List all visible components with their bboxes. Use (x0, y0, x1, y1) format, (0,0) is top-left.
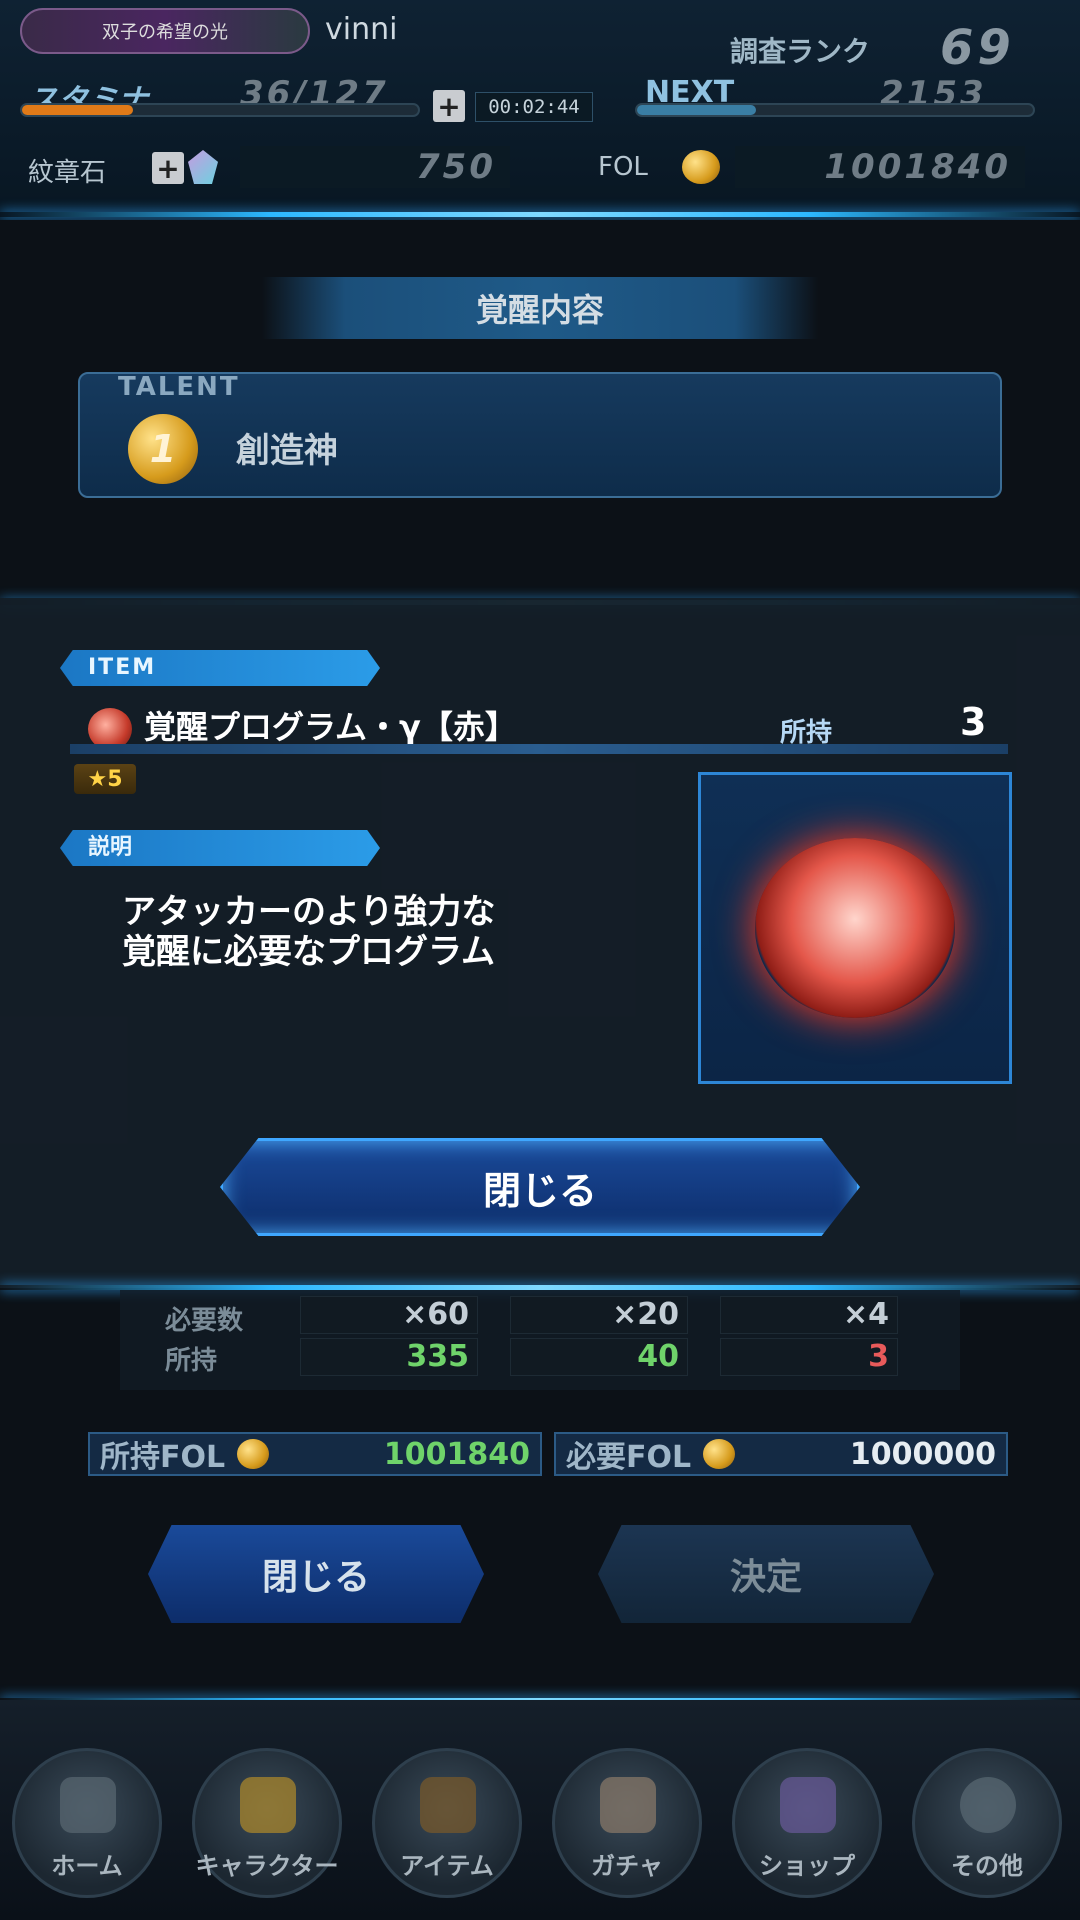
owned-fol-value: 1001840 (383, 1436, 530, 1472)
talent-name: 創造神 (236, 431, 338, 471)
item-description: アタッカーのより強力な 覚醒に必要なプログラム (122, 892, 622, 972)
rarity-badge: ★5 (74, 764, 136, 794)
coin-icon (703, 1439, 736, 1469)
owned-cell: 40 (510, 1338, 688, 1376)
character-figures-icon (240, 1777, 296, 1833)
fol-label: FOL (598, 152, 648, 182)
nav-other[interactable]: その他 (912, 1748, 1062, 1898)
crest-label: 紋章石 (28, 158, 107, 188)
header-divider (0, 212, 1080, 217)
username: vinni (325, 12, 398, 47)
item-bag-icon (420, 1777, 476, 1833)
needed-cell: ×60 (300, 1296, 478, 1334)
rank-value: 69 (940, 20, 1015, 76)
required-fol-value: 1000000 (849, 1436, 996, 1472)
description-tag: 説明 (60, 830, 380, 866)
nav-label: ホーム (51, 1852, 123, 1880)
item-tag: ITEM (60, 650, 380, 686)
owned-cell: 335 (300, 1338, 478, 1376)
crest-gem-icon (188, 150, 218, 184)
owned-fol-label: 所持FOL (100, 1440, 226, 1475)
next-bar-fill (637, 105, 756, 115)
modal-close-button[interactable]: 閉じる (220, 1138, 860, 1236)
needed-cell: ×20 (510, 1296, 688, 1334)
home-door-icon (60, 1777, 116, 1833)
stamina-timer: 00:02:44 (475, 92, 593, 122)
gacha-character-icon (600, 1777, 656, 1833)
stamina-bar-fill (22, 105, 133, 115)
screen: 双子の希望の光 vinni 調査ランク 69 スタミナ 36/127 + 00:… (0, 0, 1080, 1920)
nav-label: ガチャ (591, 1852, 663, 1880)
required-fol-box: 必要FOL 1000000 (554, 1432, 1008, 1476)
confirm-button[interactable]: 決定 (598, 1525, 934, 1623)
awakening-section-title: 覚醒内容 (262, 277, 818, 339)
description-line: アタッカーのより強力な (122, 892, 496, 932)
status-header: 双子の希望の光 vinni 調査ランク 69 スタミナ 36/127 + 00:… (0, 0, 1080, 220)
description-line: 覚醒に必要なプログラム (122, 932, 495, 972)
stamina-bar (20, 103, 420, 117)
talent-tag: TALENT (118, 372, 240, 402)
talent-number-coin: 1 (128, 414, 198, 484)
owned-row-label: 所持 (165, 1346, 218, 1376)
nav-label: アイテム (400, 1852, 494, 1880)
needed-label: 必要数 (165, 1306, 244, 1336)
next-bar (635, 103, 1035, 117)
nav-home[interactable]: ホーム (12, 1748, 162, 1898)
owned-value: 3 (960, 700, 987, 744)
coin-icon (237, 1439, 270, 1469)
nav-character[interactable]: キャラクター (192, 1748, 342, 1898)
awakening-program-image (755, 838, 955, 1018)
rank-label: 調査ランク (730, 35, 871, 68)
owned-fol-box: 所持FOL 1001840 (88, 1432, 542, 1476)
nav-item[interactable]: アイテム (372, 1748, 522, 1898)
nav-label: その他 (951, 1852, 1023, 1880)
nav-gacha[interactable]: ガチャ (552, 1748, 702, 1898)
needed-cell: ×4 (720, 1296, 898, 1334)
crest-value: 750 (240, 146, 510, 188)
nav-label: ショップ (759, 1852, 855, 1880)
stamina-plus-button[interactable]: + (433, 90, 465, 123)
crest-plus-button[interactable]: + (152, 152, 184, 185)
item-name-underline (70, 744, 1008, 754)
item-name: 覚醒プログラム・γ【赤】 (144, 708, 517, 746)
fol-value: 1001840 (735, 146, 1025, 188)
required-fol-label: 必要FOL (566, 1440, 692, 1475)
title-badge[interactable]: 双子の希望の光 (20, 8, 310, 54)
fol-coin-icon (682, 150, 720, 184)
gear-icon (960, 1777, 1016, 1833)
close-button[interactable]: 閉じる (148, 1525, 484, 1623)
shop-gem-icon (780, 1777, 836, 1833)
nav-shop[interactable]: ショップ (732, 1748, 882, 1898)
owned-cell: 3 (720, 1338, 898, 1376)
item-image-frame (698, 772, 1012, 1084)
nav-label: キャラクター (195, 1852, 339, 1880)
